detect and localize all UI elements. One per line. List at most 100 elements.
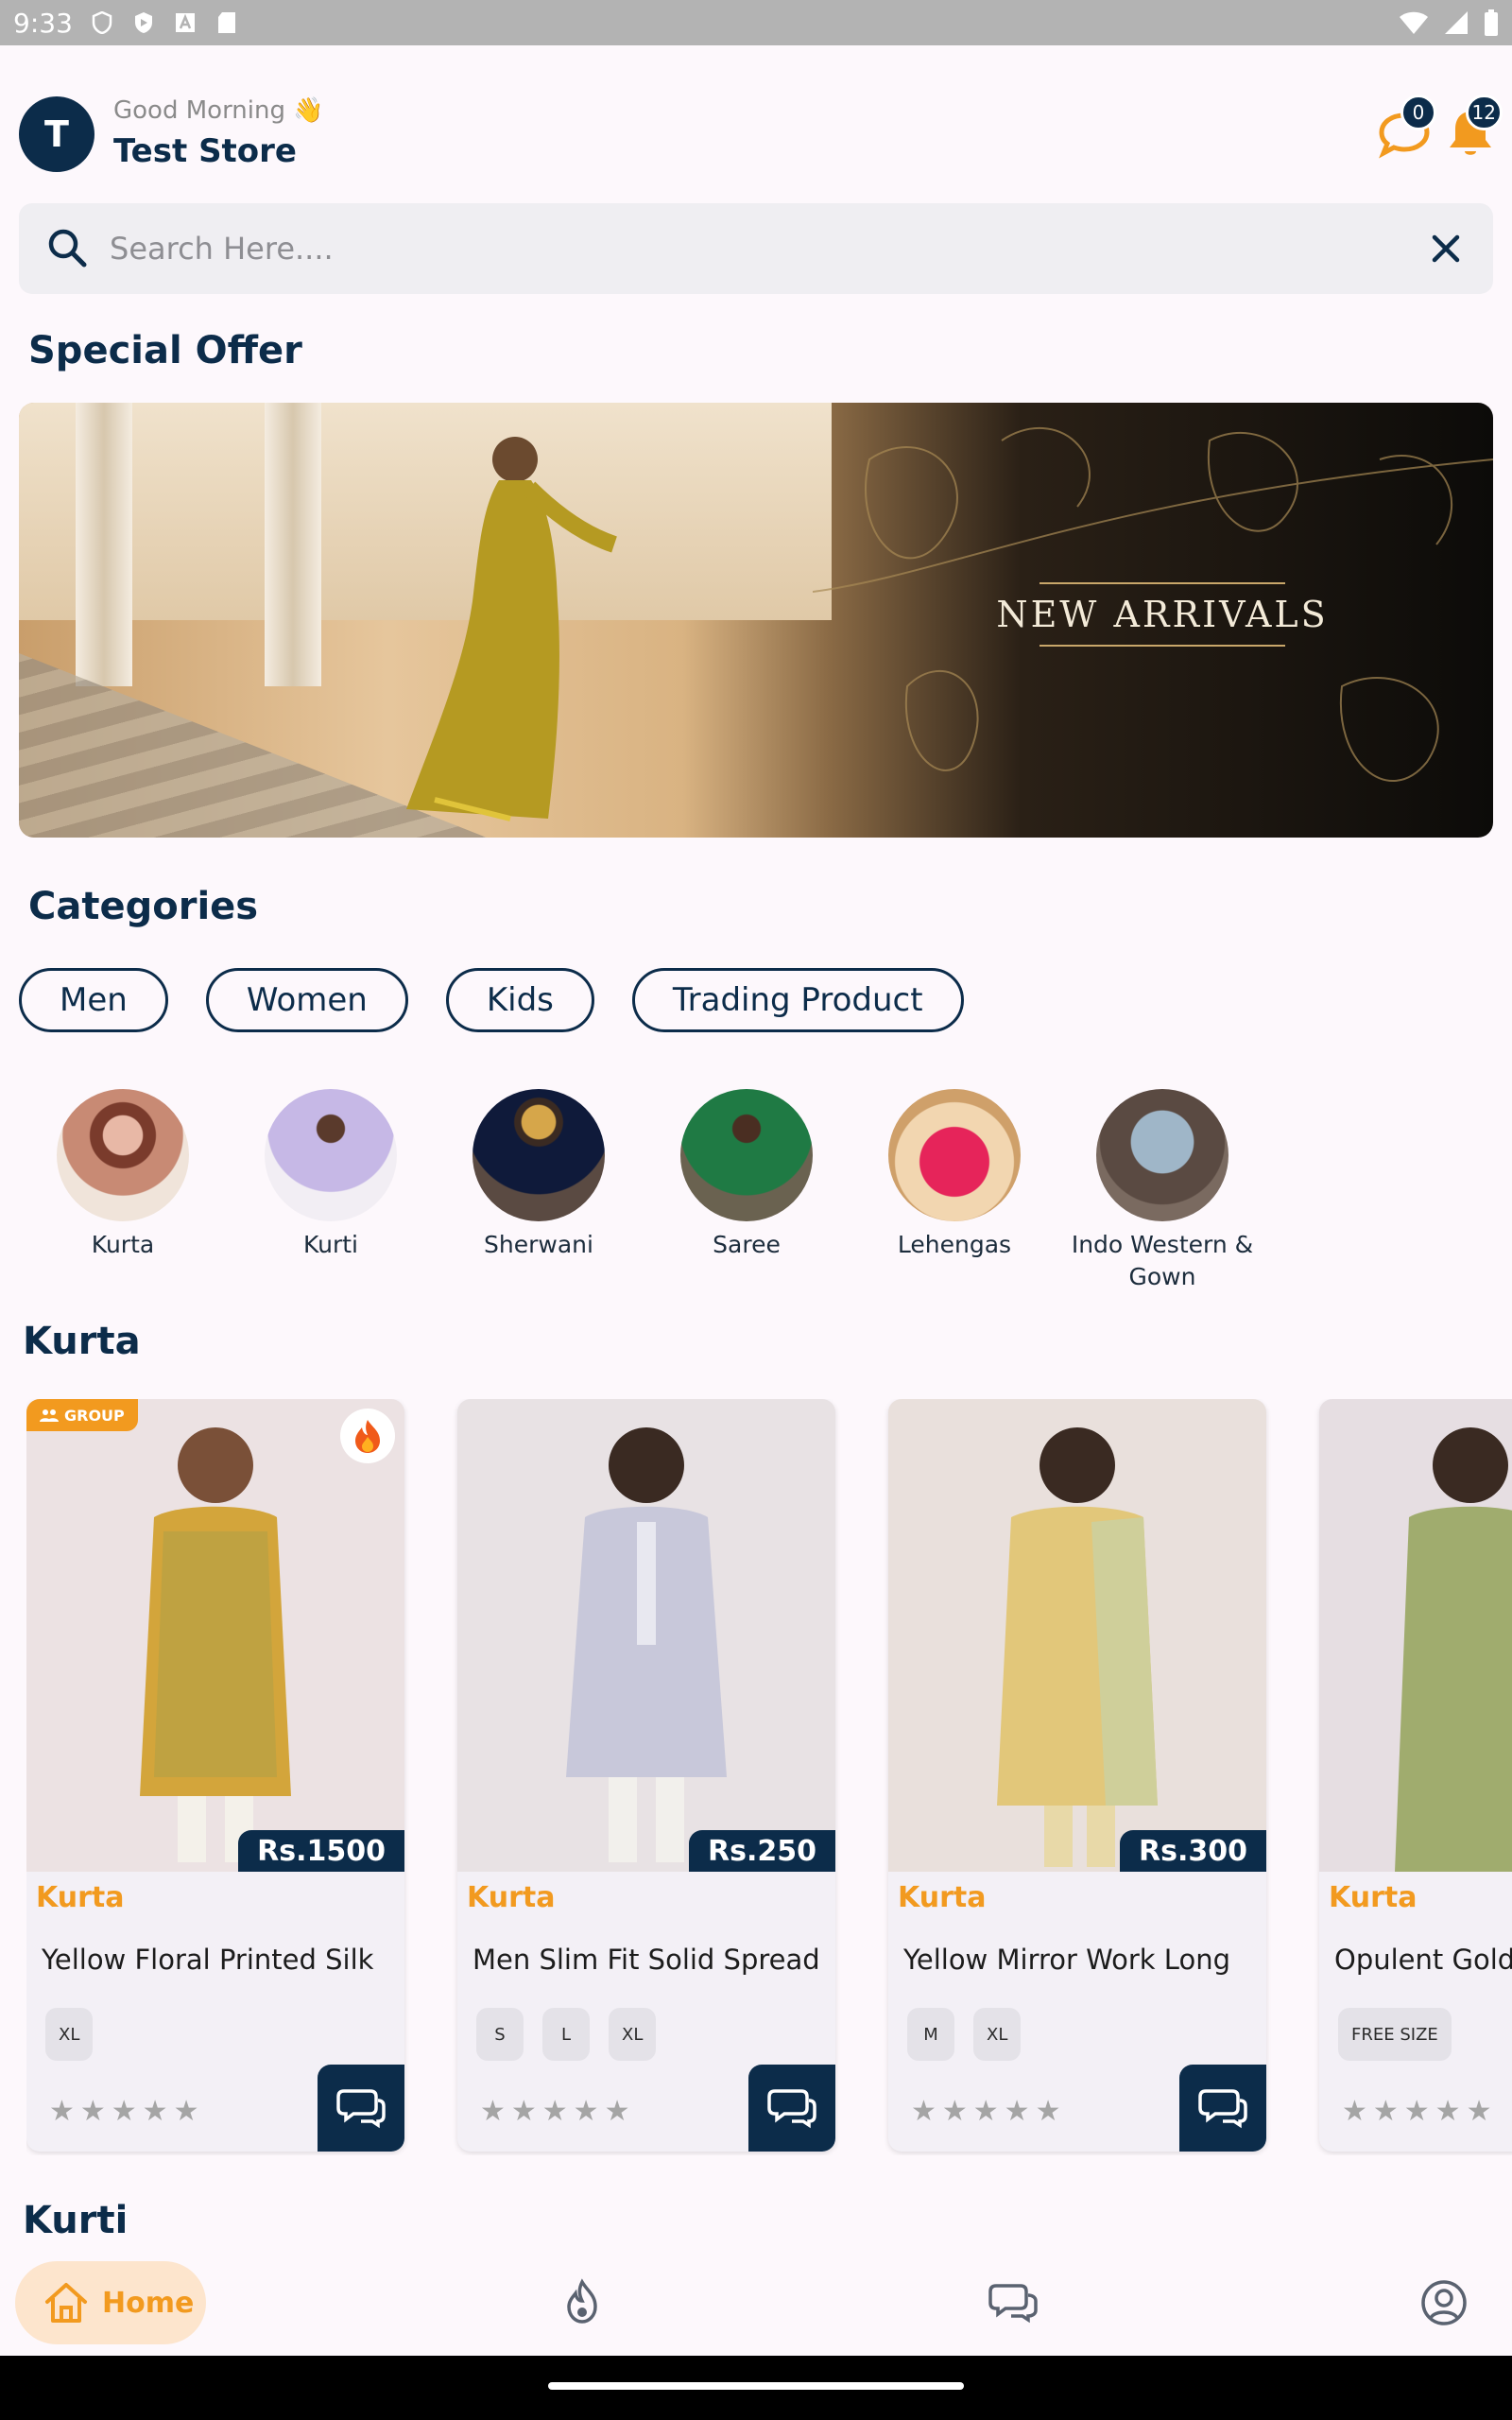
chip-trading-product[interactable]: Trading Product [631,968,964,1032]
store-name: Test Store [113,132,297,170]
size-option[interactable]: S [476,2008,524,2061]
rating-stars: ★★★★★ [480,2095,636,2128]
product-sizes: M XL [907,2008,1022,2061]
size-option[interactable]: L [542,2008,590,2061]
signal-icon [1445,11,1468,34]
category-label: Kurta [91,1231,155,1258]
product-price: Rs.250 [689,1830,835,1872]
app-header: T Good Morning 👋 Test Store 0 12 [19,95,1503,174]
notification-button[interactable]: 12 [1442,95,1503,161]
banner-divider [1040,645,1285,647]
rating-stars: ★★★★★ [911,2095,1067,2128]
wifi-icon [1400,11,1428,34]
category-kurti[interactable]: Kurti [227,1089,435,1293]
category-saree[interactable]: Saree [643,1089,850,1293]
search-input[interactable] [110,220,1376,277]
product-category: Kurta [1329,1881,1418,1914]
product-price: Rs.300 [1120,1830,1266,1872]
chat-count-badge: 0 [1400,95,1436,130]
category-label: Saree [713,1231,781,1258]
notification-count-badge: 12 [1465,95,1503,130]
product-price: Rs.1500 [238,1830,404,1872]
product-name: Yellow Floral Printed Silk [42,1944,374,1976]
offer-banner[interactable]: NEW ARRIVALS [19,403,1493,838]
product-image [26,1399,404,1872]
category-sherwani-image [472,1089,605,1221]
category-kurta[interactable]: Kurta [19,1089,227,1293]
saree-model-image [406,437,617,821]
size-option[interactable]: XL [45,2008,94,2061]
nav-trending[interactable] [558,2278,607,2327]
banner-divider [1040,582,1285,584]
banner-pillar [76,403,132,686]
product-chat-button[interactable] [748,2065,835,2152]
greeting-text: Good Morning 👋 [113,96,324,125]
close-icon[interactable] [1423,226,1469,271]
battery-icon [1485,9,1498,36]
category-lehengas[interactable]: Lehengas [850,1089,1058,1293]
category-sherwani[interactable]: Sherwani [435,1089,643,1293]
group-icon [40,1409,59,1422]
bottom-navigation: Home [0,2250,1512,2356]
product-card[interactable]: Rs.250 Kurta Men Slim Fit Solid Spread S… [457,1399,835,2152]
nav-chats[interactable] [988,2278,1038,2327]
trending-button[interactable] [340,1409,395,1463]
search-bar [19,203,1493,294]
category-label: Lehengas [897,1231,1012,1258]
product-sizes: FREE SIZE [1338,2008,1452,2061]
kurta-section-title: Kurta [23,1320,141,1363]
banner-headline: NEW ARRIVALS [945,573,1380,656]
chip-kids[interactable]: Kids [445,968,594,1032]
product-sizes: XL [45,2008,94,2061]
product-name: Men Slim Fit Solid Spread [472,1944,820,1976]
font-icon [175,13,195,32]
profile-icon [1421,2280,1467,2325]
play-protect-icon [134,12,152,33]
category-lehengas-image [888,1089,1021,1221]
size-option[interactable]: M [907,2008,954,2061]
product-image [457,1399,835,1872]
chip-women[interactable]: Women [205,968,408,1032]
category-label: Indo Western & Gown [1071,1231,1254,1290]
product-image [888,1399,1266,1872]
fire-icon [355,1420,380,1453]
product-sizes: S L XL [476,2008,657,2061]
product-card[interactable]: Kurta Opulent Gold FREE SIZE ★★★★★ [1319,1399,1512,2152]
category-label: Kurti [302,1231,359,1258]
nav-home[interactable]: Home [15,2261,206,2344]
categories-title: Categories [28,885,259,928]
search-icon [48,229,87,268]
group-badge-label: GROUP [64,1406,125,1425]
size-option[interactable]: XL [609,2008,657,2061]
nav-profile[interactable] [1419,2278,1469,2327]
rating-stars: ★★★★★ [1342,2095,1498,2128]
chip-men[interactable]: Men [19,968,168,1032]
category-label: Sherwani [484,1231,593,1258]
product-chat-button[interactable] [318,2065,404,2152]
product-name: Yellow Mirror Work Long [903,1944,1230,1976]
status-time: 9:33 [13,7,73,39]
product-card[interactable]: GROUP Rs.1500 Kurta Yellow Floral Printe… [26,1399,404,2152]
chat-icon [1198,2089,1247,2129]
category-chips: Men Women Kids Trading Product [19,968,964,1032]
size-option[interactable]: FREE SIZE [1338,2008,1452,2061]
product-category: Kurta [36,1881,125,1914]
product-card[interactable]: Rs.300 Kurta Yellow Mirror Work Long M X… [888,1399,1266,2152]
product-category: Kurta [467,1881,556,1914]
kurti-section-title: Kurti [23,2199,129,2242]
chat-button[interactable]: 0 [1376,95,1436,161]
category-kurta-image [57,1089,189,1221]
chat-icon [767,2089,816,2129]
store-avatar[interactable]: T [19,96,94,172]
nav-home-label: Home [102,2286,195,2320]
category-indo-western-gown[interactable]: Indo Western & Gown [1058,1089,1266,1293]
system-navigation-bar [0,2356,1512,2420]
kurta-product-list: GROUP Rs.1500 Kurta Yellow Floral Printe… [26,1399,1512,2155]
home-icon [45,2283,87,2323]
sd-card-icon [217,12,235,33]
product-chat-button[interactable] [1179,2065,1266,2152]
category-kurti-image [265,1089,397,1221]
size-option[interactable]: XL [973,2008,1022,2061]
home-gesture-handle[interactable] [548,2382,964,2390]
flame-icon [567,2278,597,2324]
